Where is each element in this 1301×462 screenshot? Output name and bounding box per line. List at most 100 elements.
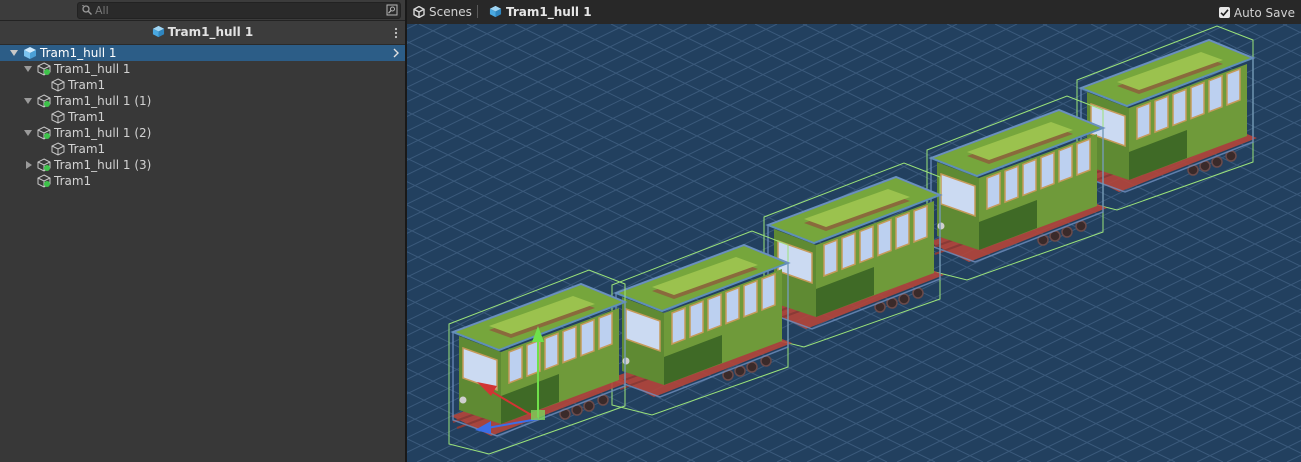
tram-wheel [746,361,758,373]
tram-window [1226,67,1241,107]
tram-window [913,204,928,244]
tree-item-hull[interactable]: Tram1_hull 1 (2) [0,125,405,141]
breadcrumb-prefab[interactable]: Tram1_hull 1 [489,4,592,20]
prefab-cube-icon [489,5,502,18]
tram-window [1076,137,1091,177]
tram-window [761,272,776,312]
expand-arrow-icon[interactable] [10,49,18,57]
tree-item-hull[interactable]: Tram1_hull 1 (1) [0,93,405,109]
tree-item-tram[interactable]: Tram1 [0,77,405,93]
checkmark-icon [1220,9,1229,17]
tram-wheel [1061,226,1073,238]
tram-wheel [898,293,910,305]
grid-line [1282,24,1301,34]
scene-breadcrumb-bar: Scenes Tram1_hull 1 Auto Save [407,0,1301,24]
collider-cube-icon [37,62,51,76]
tree-item-label: Tram1_hull 1 [54,62,131,76]
collider-cube-icon [37,126,51,140]
search-input[interactable] [95,3,365,18]
tram-window [725,286,740,325]
search-icon [82,5,92,15]
expand-arrow-icon[interactable] [24,97,32,105]
expand-arrow-icon[interactable] [24,65,32,73]
breadcrumb-label: Scenes [429,5,472,19]
tram-headlight [937,222,945,230]
tram-window [562,325,577,364]
tram-window [1040,151,1055,190]
mesh-cube-icon [51,78,65,92]
chevron-right-icon[interactable] [392,48,400,58]
tram-window [707,293,722,332]
tram-window [743,279,758,318]
tram-window [986,171,1001,211]
tree-item-label: Tram1_hull 1 (3) [54,158,152,172]
gizmo-center-handle [531,410,545,420]
tram-window [580,318,595,357]
tram-headlight [459,396,467,404]
tram-window [1172,88,1187,127]
tram-wheel [583,400,595,412]
mesh-cube-icon [51,110,65,124]
auto-save-label: Auto Save [1233,6,1295,20]
tree-item-label: Tram1_hull 1 (2) [54,126,152,140]
hierarchy-header: Tram1_hull 1 [0,21,405,45]
hierarchy-search-bar [0,0,405,21]
more-menu-icon[interactable] [394,27,398,39]
scene-viewport[interactable] [407,24,1301,462]
tree-item-label: Tram1 [68,142,106,156]
tree-item-tram[interactable]: Tram1 [0,109,405,125]
tram-window [859,225,874,264]
tram-window [1208,74,1223,113]
tram-window [1004,165,1019,204]
auto-save-checkbox[interactable] [1218,7,1230,18]
scene-search-icon[interactable] [386,4,398,16]
tram-window [544,332,559,371]
grid-line [1286,454,1301,462]
tree-item-label: Tram1 [68,78,106,92]
tram-window [508,345,523,385]
hierarchy-title: Tram1_hull 1 [167,25,254,39]
tram-window [689,300,704,339]
tram-window [877,218,892,257]
tram-window [1022,158,1037,197]
tram-window [841,232,856,271]
tram-window [823,238,838,278]
tram-wheel [1211,156,1223,168]
prefab-cube-icon [24,47,36,59]
collapse-arrow-icon[interactable] [25,161,33,169]
breadcrumb-label: Tram1_hull 1 [506,5,592,19]
tram-car [611,230,792,416]
prefab-cube-icon [152,25,164,38]
tram-window [1058,144,1073,183]
unity-logo-icon [413,5,425,19]
search-box[interactable] [77,2,401,19]
tree-item-root[interactable]: Tram1_hull 1 [0,45,405,61]
tree-item-hull[interactable]: Tram1_hull 1 [0,61,405,77]
tree-item-label: Tram1_hull 1 [40,46,117,60]
mesh-cube-icon [51,142,65,156]
hierarchy-tree: Tram1_hull 1 Tram1_hull 1 Tram1 Tram1_hu… [0,45,405,189]
tram-window [671,306,686,346]
hierarchy-panel: Tram1_hull 1 Tram1_hull 1 Tram1_hull 1 [0,0,405,462]
tram-headlight [622,357,630,365]
auto-save-toggle[interactable]: Auto Save [1218,5,1295,21]
tree-item-hull[interactable]: Tram1_hull 1 (3) [0,157,405,173]
breadcrumb-separator [477,5,478,18]
tram-window [598,311,613,351]
tram-window [895,211,910,250]
tram-window [1190,81,1205,120]
expand-arrow-icon[interactable] [24,129,32,137]
scene-canvas[interactable] [407,24,1301,462]
collider-cube-icon [37,94,51,108]
collider-cube-icon [37,158,51,172]
tree-item-label: Tram1_hull 1 (1) [54,94,152,108]
collider-cube-icon [37,174,51,188]
breadcrumb-scenes[interactable]: Scenes [413,4,472,20]
tree-item-tram[interactable]: Tram1 [0,173,405,189]
tram-window [1154,95,1169,134]
tree-item-label: Tram1 [68,110,106,124]
tree-item-label: Tram1 [54,174,92,188]
grid-line [407,24,448,45]
tram-window [1136,101,1151,141]
tree-item-tram[interactable]: Tram1 [0,141,405,157]
